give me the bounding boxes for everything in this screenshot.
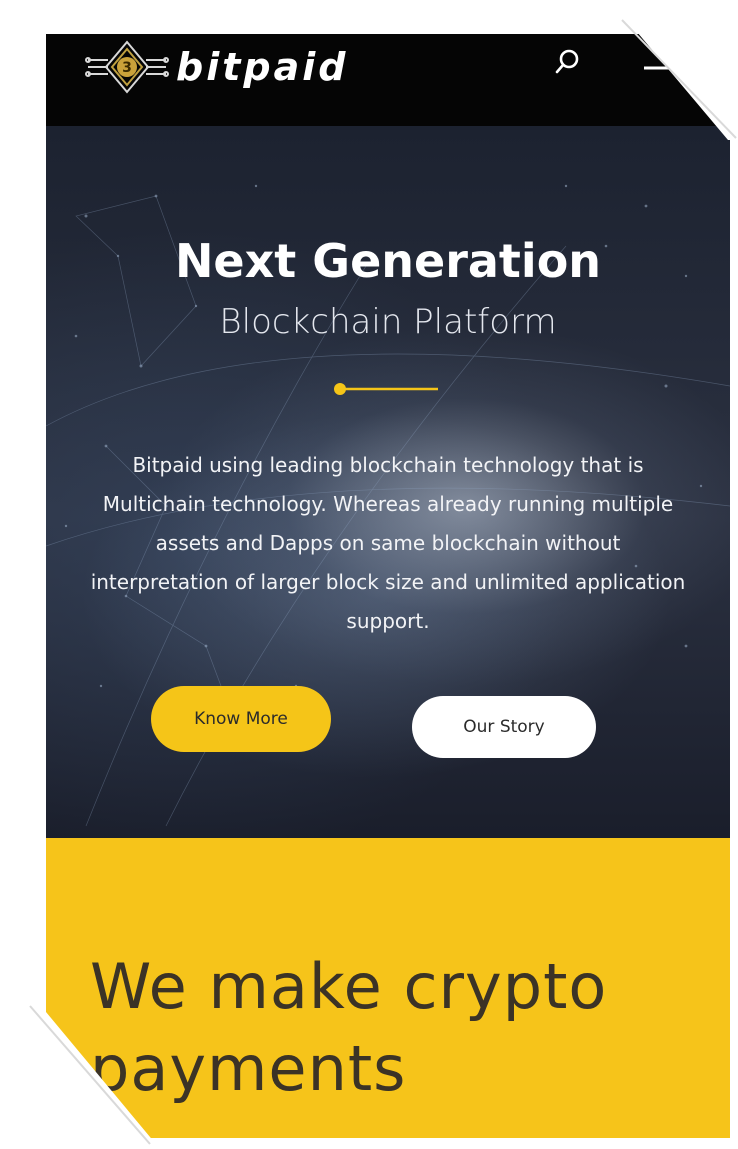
bitpaid-chip-logo-icon: 3	[85, 40, 169, 94]
top-right-fold	[610, 0, 738, 140]
search-icon	[555, 49, 579, 74]
brand-logo[interactable]: 3 bitpaid	[84, 40, 348, 94]
hero-title: Next Generation	[174, 234, 602, 288]
page-card: 3 bitpaid Next Generation Blockchain Pla…	[0, 0, 738, 1149]
hero-description: Bitpaid using leading blockchain technol…	[90, 453, 686, 633]
section-heading: We make crypto payments	[90, 950, 608, 1105]
search-button[interactable]	[551, 44, 585, 78]
bottom-left-fold	[0, 1000, 160, 1149]
hero-subtitle: Blockchain Platform	[219, 302, 557, 342]
mobile-page: 3 bitpaid Next Generation Blockchain Pla…	[46, 34, 730, 1138]
our-story-button[interactable]: Our Story	[412, 696, 596, 758]
know-more-button[interactable]: Know More	[151, 686, 331, 752]
hero-section: Next Generation Blockchain Platform Bitp…	[46, 126, 730, 838]
svg-text:3: 3	[122, 60, 132, 76]
brand-name: bitpaid	[176, 45, 349, 89]
title-divider	[334, 383, 438, 395]
